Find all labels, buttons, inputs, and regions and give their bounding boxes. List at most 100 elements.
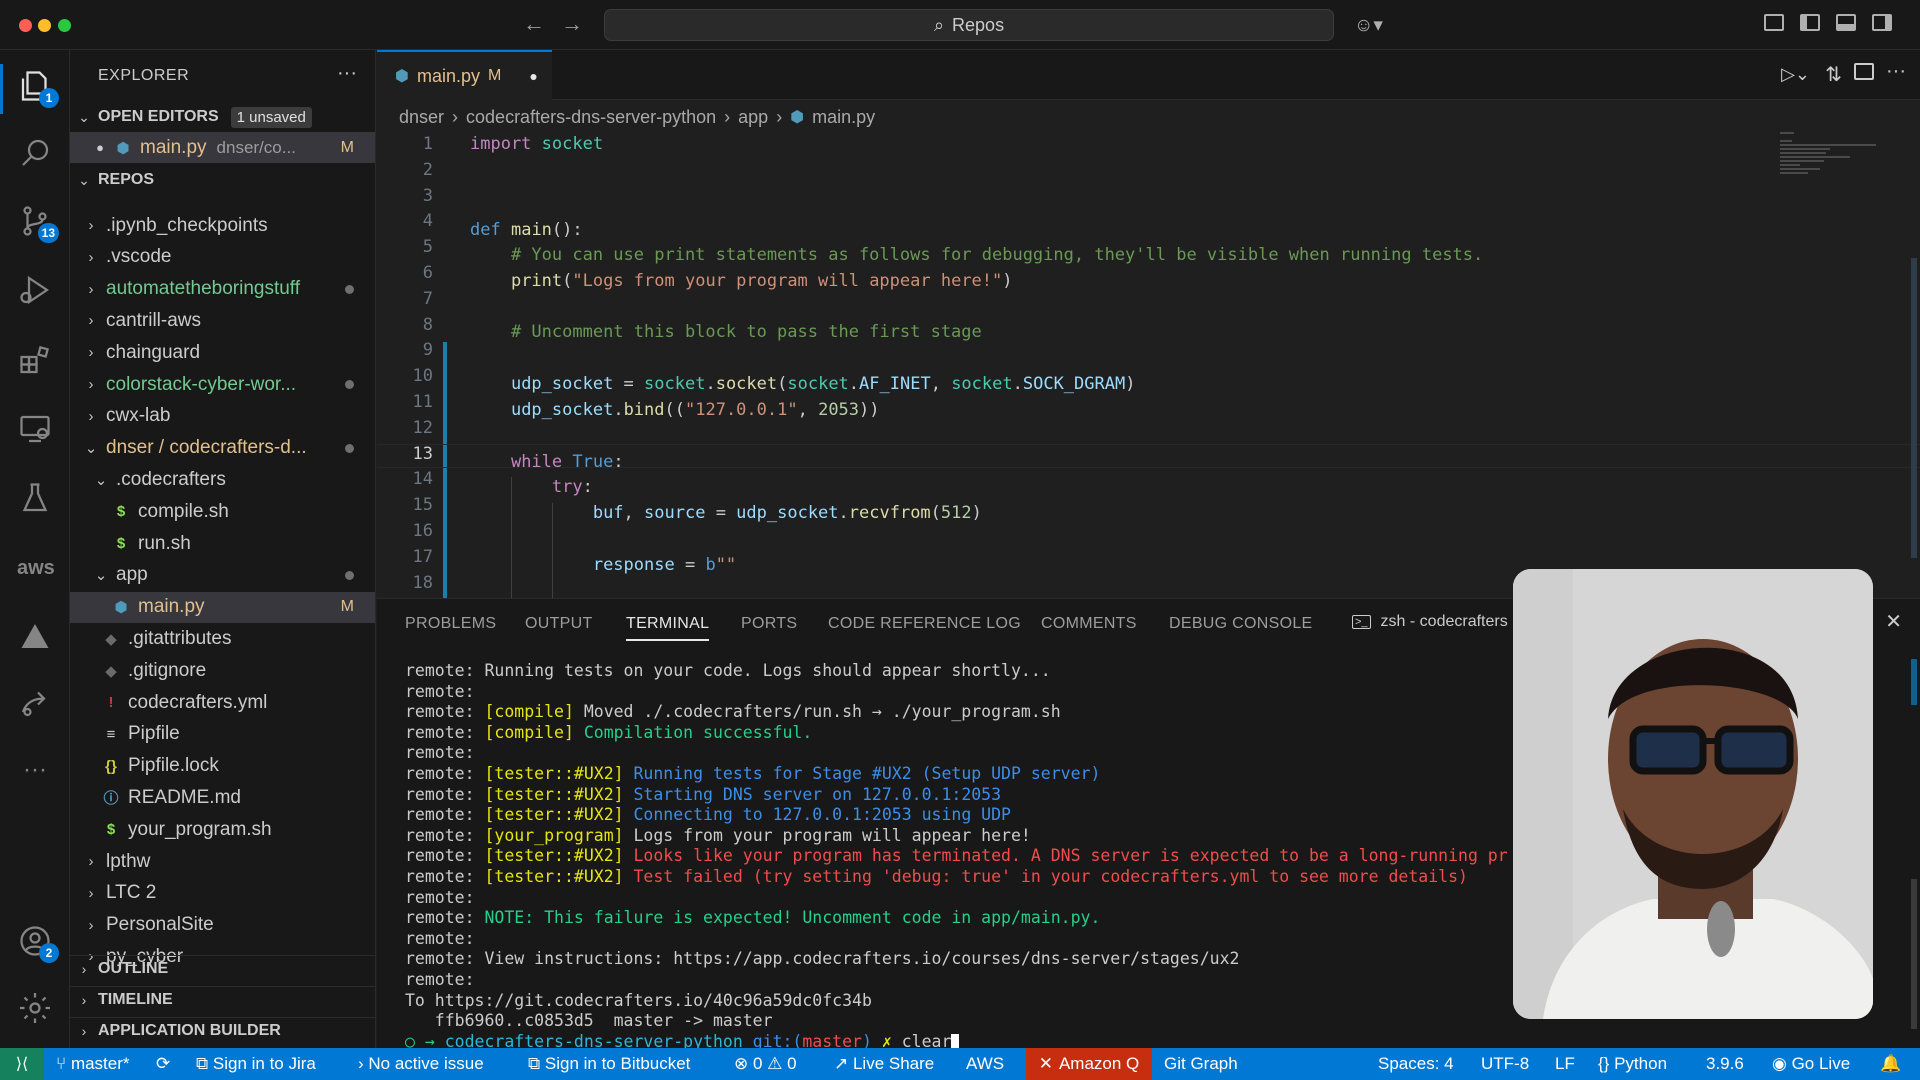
encoding-indicator[interactable]: UTF-8	[1481, 1054, 1529, 1074]
file-item[interactable]: $ compile.sh	[70, 496, 375, 527]
folder-item[interactable]: › cwx-lab	[70, 401, 375, 432]
amazon-q-button[interactable]: ✕ Amazon Q	[1026, 1048, 1152, 1080]
open-changes-icon[interactable]: ⇅	[1825, 62, 1842, 87]
panel-tab-output[interactable]: OUTPUT	[525, 615, 593, 633]
file-item[interactable]: ⬢ main.py M	[70, 591, 375, 623]
window-maximize-button[interactable]	[58, 19, 71, 32]
testing-flask-icon[interactable]	[17, 480, 53, 516]
terminal-scrollbar[interactable]	[1904, 659, 1920, 1039]
toggle-secondary-sidebar-icon[interactable]	[1872, 14, 1892, 37]
toggle-panel-icon[interactable]	[1836, 14, 1856, 37]
open-editors-section[interactable]: ⌄ OPEN EDITORS 1 unsaved	[70, 104, 375, 130]
aws-status[interactable]: AWS	[966, 1054, 1004, 1074]
folder-item[interactable]: › automatetheboringstuff	[70, 274, 375, 305]
terminal-instance[interactable]: >_ zsh - codecrafters	[1352, 613, 1508, 631]
panel-tab-problems[interactable]: PROBLEMS	[405, 615, 496, 633]
aws-icon[interactable]: aws	[17, 550, 55, 586]
file-item[interactable]: ◆ .gitignore	[70, 655, 375, 686]
command-center-search[interactable]: ⌕ Repos	[604, 9, 1334, 41]
breadcrumb-item[interactable]: main.py	[812, 107, 875, 128]
panel-tab-comments[interactable]: COMMENTS	[1041, 615, 1137, 633]
folder-item[interactable]: ⌄ app	[70, 560, 375, 591]
explorer-icon[interactable]: 1	[17, 68, 59, 108]
live-share-icon[interactable]	[17, 685, 53, 721]
split-editor-icon[interactable]	[1854, 63, 1874, 85]
close-panel-icon[interactable]: ✕	[1885, 609, 1902, 634]
triangle-extension-icon[interactable]	[17, 618, 53, 654]
window-close-button[interactable]	[19, 19, 32, 32]
run-python-icon[interactable]: ▷⌄	[1781, 64, 1810, 85]
git-graph-button[interactable]: Git Graph	[1164, 1054, 1238, 1074]
unsaved-dot-icon[interactable]: ●	[529, 68, 537, 84]
outline-section[interactable]: › OUTLINE	[70, 955, 375, 981]
jira-signin[interactable]: ⧉ Sign in to Jira	[196, 1054, 316, 1074]
language-indicator[interactable]: {} Python	[1598, 1054, 1667, 1074]
file-item[interactable]: ≡ Pipfile	[70, 719, 375, 750]
breadcrumb-item[interactable]: app	[738, 107, 768, 128]
file-item[interactable]: {} Pipfile.lock	[70, 751, 375, 782]
accounts-icon[interactable]: 2	[17, 923, 59, 963]
back-arrow-icon[interactable]: ←	[523, 11, 545, 37]
folder-item[interactable]: ⌄ .codecrafters	[70, 464, 375, 495]
file-item[interactable]: ! codecrafters.yml	[70, 687, 375, 718]
forward-arrow-icon[interactable]: →	[561, 11, 583, 37]
sync-icon[interactable]: ⟳	[156, 1054, 170, 1074]
folder-item[interactable]: › lpthw	[70, 846, 375, 877]
chevron-right-icon: ›	[81, 1022, 87, 1039]
tab-main-py[interactable]: ⬢ main.py M ●	[377, 50, 552, 100]
source-control-icon[interactable]: 13	[17, 203, 59, 243]
breadcrumb-item[interactable]: codecrafters-dns-server-python	[466, 107, 716, 128]
panel-tab-ports[interactable]: PORTS	[741, 615, 797, 633]
file-item[interactable]: ◆ .gitattributes	[70, 623, 375, 654]
branch-indicator[interactable]: ⑂ master*	[56, 1054, 130, 1074]
panel-tab-code-reference-log[interactable]: CODE REFERENCE LOG	[828, 615, 1021, 633]
folder-item[interactable]: ⌄ dnser / codecrafters-d...	[70, 433, 375, 464]
issue-indicator[interactable]: › No active issue	[358, 1054, 484, 1074]
copilot-icon[interactable]: ☺▾	[1354, 14, 1383, 37]
folder-item[interactable]: › .vscode	[70, 242, 375, 273]
file-item[interactable]: $ run.sh	[70, 528, 375, 559]
extensions-icon[interactable]	[17, 342, 53, 378]
run-debug-icon[interactable]	[17, 272, 53, 308]
more-actions-icon[interactable]: ···	[337, 62, 357, 85]
search-icon[interactable]	[17, 135, 53, 171]
repos-section[interactable]: ⌄ REPOS	[70, 167, 375, 193]
folder-item[interactable]: › colorstack-cyber-wor...	[70, 369, 375, 400]
modified-dot-icon	[345, 443, 354, 453]
go-live-button[interactable]: ◉ Go Live	[1772, 1054, 1850, 1074]
panel-tab-debug-console[interactable]: DEBUG CONSOLE	[1169, 615, 1313, 633]
settings-gear-icon[interactable]	[17, 990, 53, 1026]
file-item[interactable]: ⓘ README.md	[70, 782, 375, 813]
application-builder-section[interactable]: › APPLICATION BUILDER	[70, 1017, 375, 1043]
line-number: 10	[412, 366, 433, 387]
python-version[interactable]: 3.9.6	[1706, 1054, 1744, 1074]
folder-item[interactable]: › cantrill-aws	[70, 305, 375, 336]
code-editor[interactable]: 1 2 3 4 5 6 7 8 9 10 11 12 13 14 15 16 17 18 import socke…	[377, 132, 1920, 598]
live-share-button[interactable]: ↗ Live Share	[834, 1054, 934, 1074]
file-item[interactable]: $ your_program.sh	[70, 814, 375, 845]
more-views-icon[interactable]: ···	[17, 755, 53, 791]
minimap[interactable]	[1780, 132, 1880, 192]
window-minimize-button[interactable]	[38, 19, 51, 32]
code-line: response = b""	[592, 555, 737, 575]
open-editor-item[interactable]: ● ⬢ main.py dnser/co... M	[70, 132, 375, 163]
remote-explorer-icon[interactable]	[17, 411, 53, 447]
remote-indicator-icon[interactable]: ⟩⟨	[0, 1048, 44, 1080]
editor-more-icon[interactable]: ···	[1886, 60, 1906, 83]
bitbucket-signin[interactable]: ⧉ Sign in to Bitbucket	[528, 1054, 690, 1074]
breadcrumb-item[interactable]: dnser	[399, 107, 444, 128]
folder-item[interactable]: › LTC 2	[70, 878, 375, 909]
problems-indicator[interactable]: ⊗ 0 ⚠ 0	[734, 1054, 797, 1074]
folder-item[interactable]: › chainguard	[70, 337, 375, 368]
notifications-bell-icon[interactable]: 🔔	[1880, 1054, 1901, 1074]
editor-scrollbar[interactable]	[1904, 218, 1920, 598]
toggle-sidebar-icon[interactable]	[1800, 14, 1820, 37]
folder-item[interactable]: › PersonalSite	[70, 910, 375, 941]
customize-layout-icon[interactable]	[1764, 14, 1784, 37]
panel-tab-terminal[interactable]: TERMINAL	[626, 615, 710, 641]
timeline-section[interactable]: › TIMELINE	[70, 986, 375, 1012]
unsaved-dot-icon[interactable]: ●	[70, 140, 114, 155]
eol-indicator[interactable]: LF	[1555, 1054, 1575, 1074]
folder-item[interactable]: › .ipynb_checkpoints	[70, 210, 375, 241]
indentation-indicator[interactable]: Spaces: 4	[1378, 1054, 1454, 1074]
